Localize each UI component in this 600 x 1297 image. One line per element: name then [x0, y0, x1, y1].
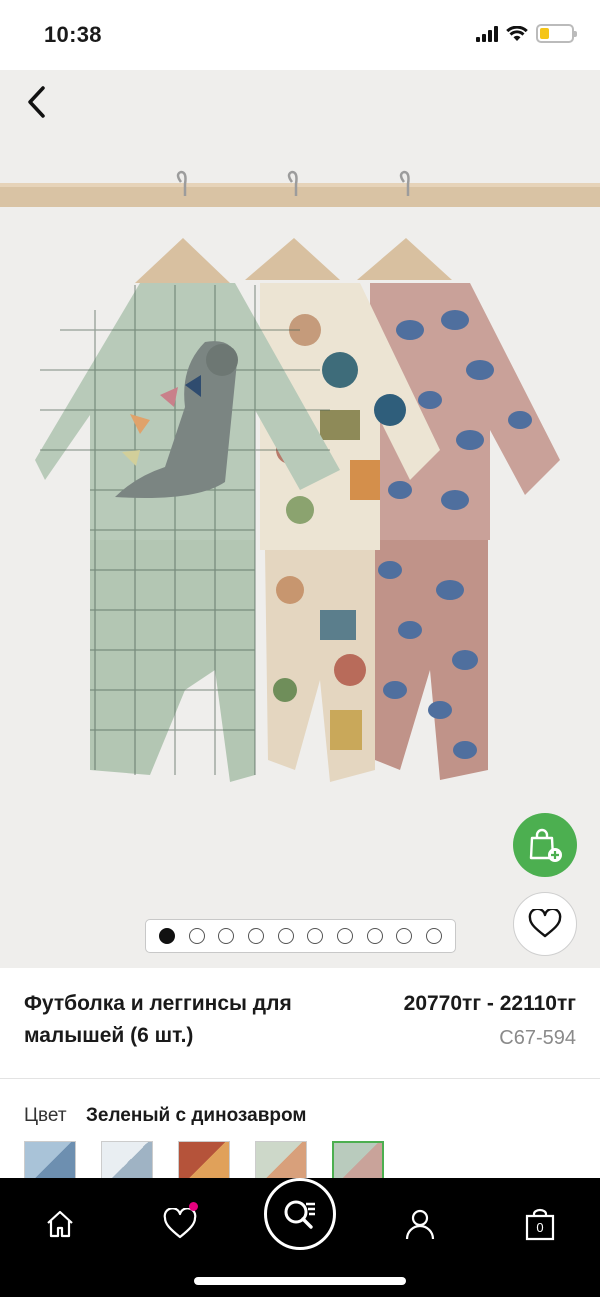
- status-time: 10:38: [44, 22, 102, 47]
- search-list-icon: [284, 1200, 315, 1229]
- product-price: 20770тг - 22110тг: [403, 992, 576, 1015]
- bottom-navigation: 0: [0, 1178, 600, 1297]
- nav-favorites[interactable]: [154, 1198, 206, 1250]
- user-icon: [405, 1209, 435, 1240]
- wifi-icon: [506, 25, 528, 42]
- product-info: Футболка и леггинсы для малышей (6 шт.) …: [0, 968, 600, 1078]
- nav-home[interactable]: [34, 1198, 86, 1250]
- pagination-dot[interactable]: [396, 928, 413, 944]
- back-button[interactable]: [16, 82, 56, 122]
- bag-count: 0: [536, 1219, 544, 1235]
- bag-plus-icon: [529, 828, 562, 862]
- pagination-dot[interactable]: [426, 928, 443, 944]
- notification-badge: [189, 1202, 198, 1211]
- product-sku: C67-594: [499, 1027, 576, 1049]
- color-selector: Цвет Зеленый с динозавром: [0, 1079, 600, 1185]
- gallery-pagination[interactable]: [145, 919, 456, 953]
- pagination-dot[interactable]: [336, 928, 353, 944]
- pagination-dot[interactable]: [188, 928, 205, 944]
- home-indicator: [194, 1277, 406, 1285]
- battery-icon: [536, 24, 577, 43]
- signal-icon: [476, 25, 498, 42]
- nav-bag[interactable]: 0: [514, 1198, 566, 1250]
- chevron-left-icon: [28, 86, 45, 118]
- heart-icon: [163, 1208, 197, 1239]
- pagination-dot[interactable]: [307, 928, 324, 944]
- battery-level: [540, 28, 549, 39]
- status-icons: [476, 24, 577, 43]
- product-image-gallery[interactable]: [0, 70, 600, 968]
- nav-account[interactable]: [394, 1198, 446, 1250]
- product-title: Футболка и леггинсы для малышей (6 шт.): [24, 992, 292, 1047]
- pagination-dot[interactable]: [277, 928, 294, 944]
- color-value: Зеленый с динозавром: [86, 1105, 307, 1126]
- nav-search[interactable]: [264, 1178, 336, 1250]
- pagination-dot[interactable]: [218, 928, 235, 944]
- heart-icon: [528, 909, 562, 938]
- home-icon: [47, 1210, 73, 1238]
- pagination-dot[interactable]: [158, 928, 175, 944]
- product-photo: [0, 170, 600, 782]
- pagination-dot[interactable]: [366, 928, 383, 944]
- favorite-button[interactable]: [513, 892, 577, 956]
- color-label: Цвет: [24, 1105, 67, 1126]
- pagination-dot[interactable]: [247, 928, 264, 944]
- add-to-bag-button[interactable]: [513, 813, 577, 877]
- status-bar: 10:38: [0, 0, 600, 70]
